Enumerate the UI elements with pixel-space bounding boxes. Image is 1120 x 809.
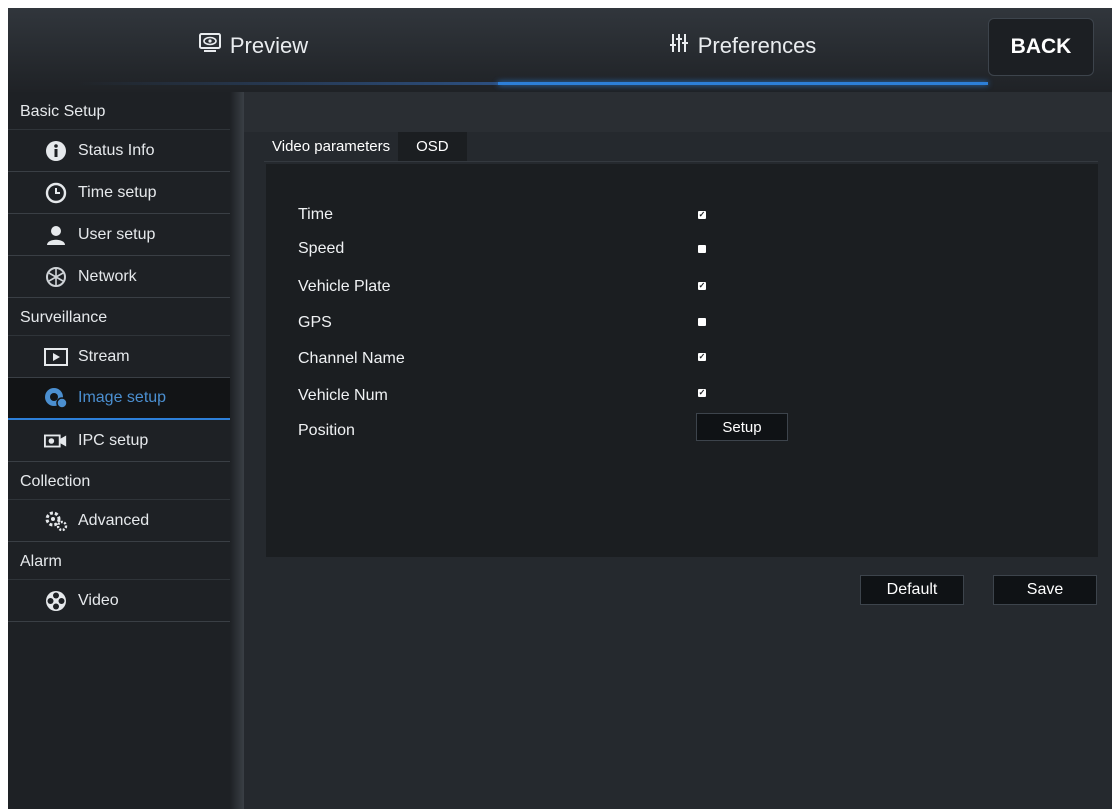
sidebar-item-time-setup[interactable]: Time setup [8,172,244,214]
sidebar-item-label: Advanced [78,511,150,529]
option-label-vehicle-plate: Vehicle Plate [298,278,391,295]
monitor-eye-icon [198,32,222,60]
save-button[interactable]: Save [993,575,1097,605]
sidebar-item-label: Image setup [78,389,167,406]
sidebar-item-ipc-setup[interactable]: IPC setup [8,420,244,462]
sidebar-section-alarm: Alarm [8,542,244,580]
sidebar-item-stream[interactable]: Stream [8,336,244,378]
checkbox-vehicle-num[interactable]: ✓ [698,389,706,397]
content-header-strip [244,92,1112,132]
sidebar-section-collection: Collection [8,462,244,500]
user-icon [44,223,68,247]
sub-tab-bar: Video parameters OSD [264,132,467,162]
option-label-position: Position [298,422,355,439]
sidebar-item-label: IPC setup [78,431,149,449]
sidebar-item-status-info[interactable]: Status Info [8,130,244,172]
position-setup-button[interactable]: Setup [696,413,788,441]
option-label-speed: Speed [298,240,345,257]
checkbox-channel-name[interactable]: ✓ [698,353,706,361]
active-tab-indicator [498,82,988,85]
sidebar-item-label: Status Info [78,141,155,159]
ipc-camera-icon [44,429,68,453]
tab-preview[interactable]: Preview [8,8,498,84]
film-reel-icon [44,589,68,613]
option-label-gps: GPS [298,314,332,331]
network-globe-icon [44,265,68,289]
option-label-time: Time [298,206,333,223]
app-window: Preview Preferences BACK Basic Setup Sta… [8,8,1112,809]
default-button[interactable]: Default [860,575,964,605]
tab-preferences-label: Preferences [697,33,817,58]
back-button[interactable]: BACK [988,18,1094,76]
settings-sidebar: Basic Setup Status Info Time setup User … [8,92,244,809]
sidebar-section-surveillance: Surveillance [8,298,244,336]
checkbox-speed[interactable] [698,245,706,253]
tab-preview-label: Preview [229,33,309,58]
sidebar-item-label: Time setup [78,183,157,201]
tab-preferences[interactable]: Preferences [498,8,988,84]
clock-icon [44,181,68,205]
tab-divider [264,161,1098,162]
sidebar-item-label: Network [78,267,137,285]
sidebar-item-network[interactable]: Network [8,256,244,298]
tab-underline-decor [78,82,498,85]
sidebar-item-video[interactable]: Video [8,580,244,622]
play-stream-icon [44,345,68,369]
sidebar-item-user-setup[interactable]: User setup [8,214,244,256]
option-label-channel-name: Channel Name [298,350,405,367]
checkbox-time[interactable]: ✓ [698,211,706,219]
tab-osd[interactable]: OSD [398,132,467,162]
sidebar-item-advanced[interactable]: Advanced [8,500,244,542]
checkbox-vehicle-plate[interactable]: ✓ [698,282,706,290]
gears-icon [44,509,68,533]
sidebar-section-basic-setup: Basic Setup [8,92,244,130]
info-icon [44,139,68,163]
checkbox-gps[interactable] [698,318,706,326]
sidebar-item-label: Stream [78,347,130,365]
sidebar-item-image-setup[interactable]: Image setup [8,378,244,420]
sidebar-edge-shadow [230,92,244,809]
top-navigation-bar: Preview Preferences BACK [8,8,1112,92]
image-setup-icon [44,386,68,410]
option-label-vehicle-num: Vehicle Num [298,387,388,404]
sidebar-item-label: Video [78,591,119,609]
sliders-icon [669,32,690,60]
sidebar-item-label: User setup [78,225,156,243]
tab-video-parameters[interactable]: Video parameters [264,132,399,162]
osd-options-panel: Time ✓ Speed Vehicle Plate ✓ GPS Channel… [266,164,1098,557]
